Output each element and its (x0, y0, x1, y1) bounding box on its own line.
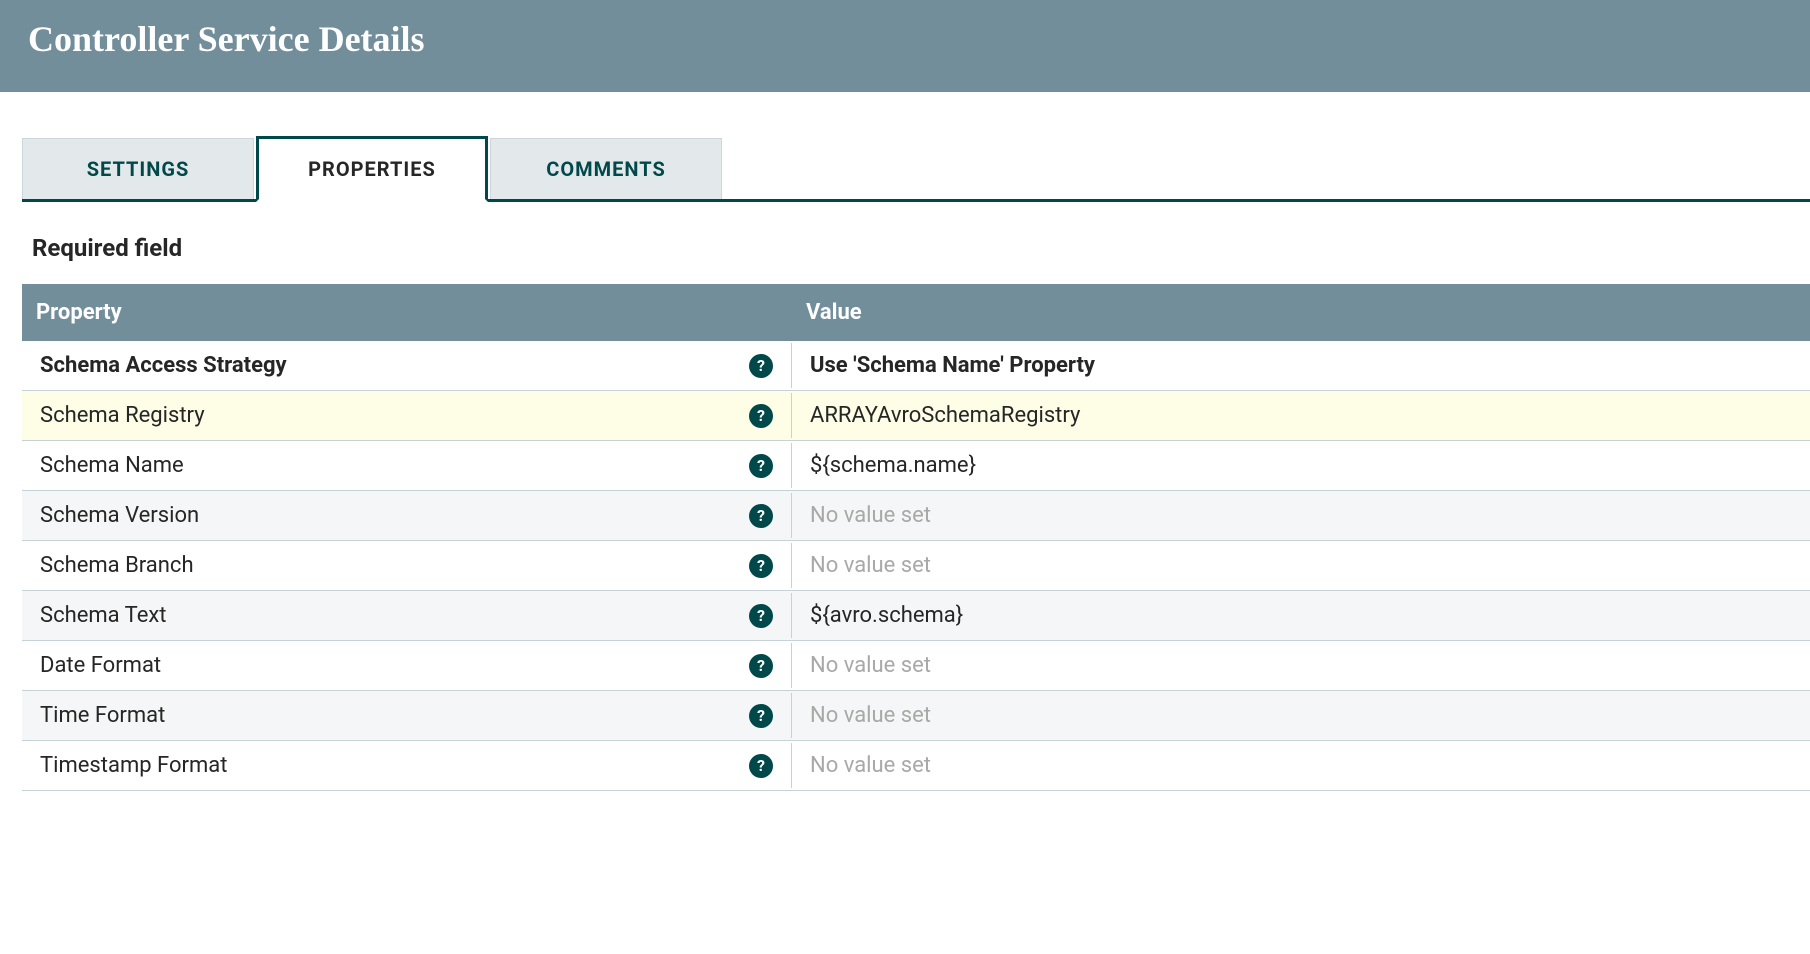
help-icon[interactable]: ? (749, 654, 773, 678)
value-cell[interactable]: ${avro.schema} (792, 593, 1810, 638)
property-cell: Schema Access Strategy? (22, 343, 792, 388)
help-icon[interactable]: ? (749, 454, 773, 478)
table-row[interactable]: Schema Name?${schema.name} (22, 441, 1810, 491)
help-icon[interactable]: ? (749, 504, 773, 528)
property-cell: Schema Registry? (22, 393, 792, 438)
table-row[interactable]: Schema Registry?ARRAYAvroSchemaRegistry (22, 391, 1810, 441)
property-cell: Schema Text? (22, 593, 792, 638)
value-cell[interactable]: Use 'Schema Name' Property (792, 343, 1810, 388)
table-row[interactable]: Schema Branch?No value set (22, 541, 1810, 591)
properties-table: Property Value Schema Access Strategy?Us… (22, 284, 1810, 791)
tab-settings[interactable]: SETTINGS (22, 138, 254, 199)
property-cell: Time Format? (22, 693, 792, 738)
help-icon[interactable]: ? (749, 354, 773, 378)
property-name: Schema Registry (40, 403, 205, 428)
table-row[interactable]: Time Format?No value set (22, 691, 1810, 741)
value-cell[interactable]: No value set (792, 643, 1810, 688)
value-cell[interactable]: No value set (792, 693, 1810, 738)
table-body: Schema Access Strategy?Use 'Schema Name'… (22, 341, 1810, 791)
required-field-label: Required field (32, 234, 1810, 262)
help-icon[interactable]: ? (749, 754, 773, 778)
value-cell[interactable]: No value set (792, 743, 1810, 788)
table-row[interactable]: Timestamp Format?No value set (22, 741, 1810, 791)
property-name: Schema Name (40, 453, 184, 478)
property-cell: Schema Branch? (22, 543, 792, 588)
value-cell[interactable]: No value set (792, 543, 1810, 588)
property-cell: Timestamp Format? (22, 743, 792, 788)
table-row[interactable]: Date Format?No value set (22, 641, 1810, 691)
property-name: Date Format (40, 653, 161, 678)
help-icon[interactable]: ? (749, 604, 773, 628)
col-header-value: Value (792, 284, 1810, 341)
table-row[interactable]: Schema Access Strategy?Use 'Schema Name'… (22, 341, 1810, 391)
tab-properties[interactable]: PROPERTIES (256, 136, 488, 202)
help-icon[interactable]: ? (749, 704, 773, 728)
col-header-property: Property (22, 284, 792, 341)
property-name: Schema Branch (40, 553, 194, 578)
property-cell: Date Format? (22, 643, 792, 688)
property-cell: Schema Name? (22, 443, 792, 488)
property-name: Schema Version (40, 503, 199, 528)
table-header-row: Property Value (22, 284, 1810, 341)
property-name: Timestamp Format (40, 753, 227, 778)
help-icon[interactable]: ? (749, 554, 773, 578)
property-name: Time Format (40, 703, 165, 728)
tab-comments[interactable]: COMMENTS (490, 138, 722, 199)
help-icon[interactable]: ? (749, 404, 773, 428)
dialog-header: Controller Service Details (0, 0, 1810, 92)
dialog-title: Controller Service Details (28, 18, 1782, 60)
property-name: Schema Access Strategy (40, 353, 287, 378)
table-row[interactable]: Schema Version?No value set (22, 491, 1810, 541)
value-cell[interactable]: No value set (792, 493, 1810, 538)
value-cell[interactable]: ARRAYAvroSchemaRegistry (792, 393, 1810, 438)
dialog-content: SETTINGS PROPERTIES COMMENTS Required fi… (0, 136, 1810, 791)
table-row[interactable]: Schema Text?${avro.schema} (22, 591, 1810, 641)
tab-bar: SETTINGS PROPERTIES COMMENTS (22, 136, 1810, 202)
property-cell: Schema Version? (22, 493, 792, 538)
value-cell[interactable]: ${schema.name} (792, 443, 1810, 488)
property-name: Schema Text (40, 603, 167, 628)
